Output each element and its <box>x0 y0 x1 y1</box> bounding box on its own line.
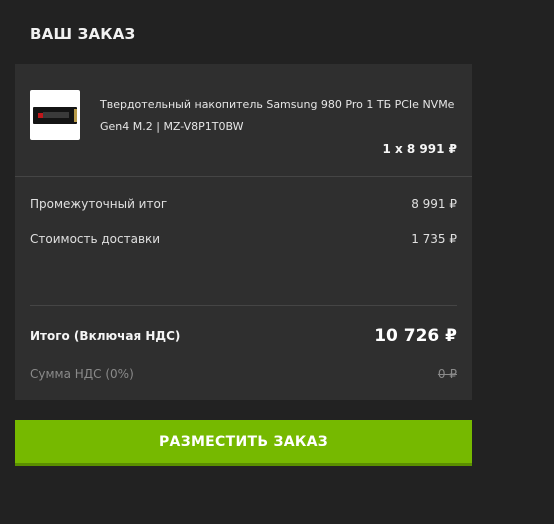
product-quantity-price: 1 x 8 991 ₽ <box>382 142 457 156</box>
shipping-value: 1 735 ₽ <box>411 232 457 246</box>
subtotal-label: Промежуточный итог <box>30 197 168 211</box>
order-title: ВАШ ЗАКАЗ <box>30 25 136 43</box>
divider <box>15 176 472 177</box>
total-row: Итого (Включая НДС) 10 726 ₽ <box>30 326 457 346</box>
vat-row: Сумма НДС (0%) 0 ₽ <box>30 367 457 381</box>
shipping-label: Стоимость доставки <box>30 232 161 246</box>
order-summary-panel: Твердотельный накопитель Samsung 980 Pro… <box>15 64 472 400</box>
vat-value: 0 ₽ <box>437 367 457 381</box>
ssd-icon <box>33 106 77 124</box>
vat-label: Сумма НДС (0%) <box>30 367 134 381</box>
shipping-row: Стоимость доставки 1 735 ₽ <box>30 232 457 246</box>
product-name: Твердотельный накопитель Samsung 980 Pro… <box>100 98 455 133</box>
product-thumbnail <box>30 90 80 140</box>
divider <box>30 305 457 306</box>
place-order-button[interactable]: РАЗМЕСТИТЬ ЗАКАЗ <box>15 420 472 466</box>
ssd-contacts <box>74 108 77 122</box>
total-value: 10 726 ₽ <box>374 326 457 346</box>
subtotal-row: Промежуточный итог 8 991 ₽ <box>30 197 457 211</box>
total-label: Итого (Включая НДС) <box>30 329 181 343</box>
ssd-label <box>43 111 69 118</box>
subtotal-value: 8 991 ₽ <box>411 197 457 211</box>
